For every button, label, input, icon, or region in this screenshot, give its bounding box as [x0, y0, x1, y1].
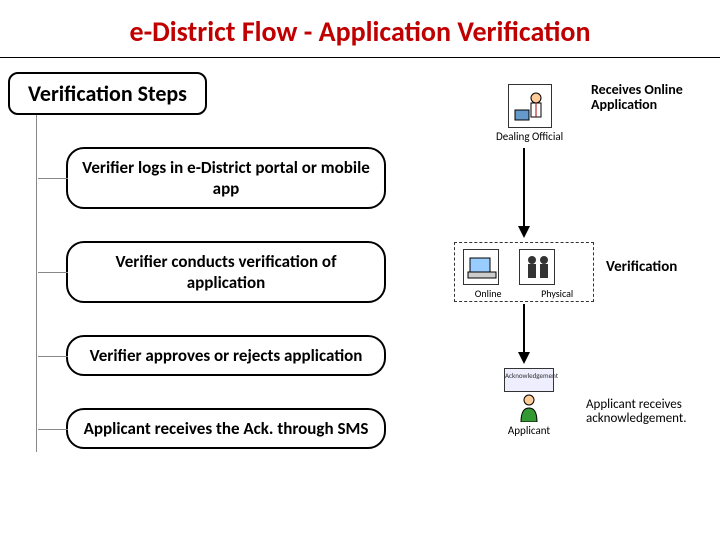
physical-label: Physical [541, 287, 573, 300]
ack-slip-icon: Acknowledgement [504, 368, 554, 392]
steps-column: Verification Steps Verifier logs in e-Di… [6, 72, 406, 502]
step-4: Applicant receives the Ack. through SMS [66, 408, 386, 449]
applicant-caption: Applicant [484, 424, 574, 437]
connector-branch [38, 272, 68, 273]
connector-spine [36, 112, 37, 452]
verification-label: Verification [606, 258, 677, 276]
online-verif-icon [463, 249, 499, 285]
official-caption: Dealing Official [496, 130, 563, 143]
step-3-label: Verifier approves or rejects application [90, 345, 363, 366]
online-label: Online [475, 287, 502, 300]
step-2-label: Verifier conducts verification of applic… [116, 251, 337, 293]
divider [0, 57, 720, 58]
applicant-receives-label: Applicant receives acknowledgement. [586, 398, 714, 427]
page-title: e-District Flow - Application Verificati… [0, 0, 720, 57]
verification-group: Online Physical [454, 242, 594, 302]
content-area: Verification Steps Verifier logs in e-Di… [0, 72, 720, 502]
flow-diagram: Dealing Official Receives Online Applica… [406, 72, 714, 502]
official-icon [508, 84, 552, 128]
step-4-label: Applicant receives the Ack. through SMS [84, 418, 369, 439]
steps-header-box: Verification Steps [8, 72, 207, 115]
connector-branch [38, 356, 68, 357]
step-1: Verifier logs in e-District portal or mo… [66, 147, 386, 209]
physical-verif-icon [519, 249, 555, 285]
dealing-official-node: Dealing Official [496, 84, 563, 143]
step-1-label: Verifier logs in e-District portal or mo… [82, 157, 370, 199]
connector-branch [38, 178, 68, 179]
acknowledgement-node: Acknowledgement Applicant [484, 368, 574, 437]
step-2: Verifier conducts verification of applic… [66, 241, 386, 303]
receives-label: Receives Online Application [591, 82, 714, 113]
connector-branch [38, 429, 68, 430]
applicant-icon [519, 394, 539, 422]
step-3: Verifier approves or rejects application [66, 335, 386, 376]
